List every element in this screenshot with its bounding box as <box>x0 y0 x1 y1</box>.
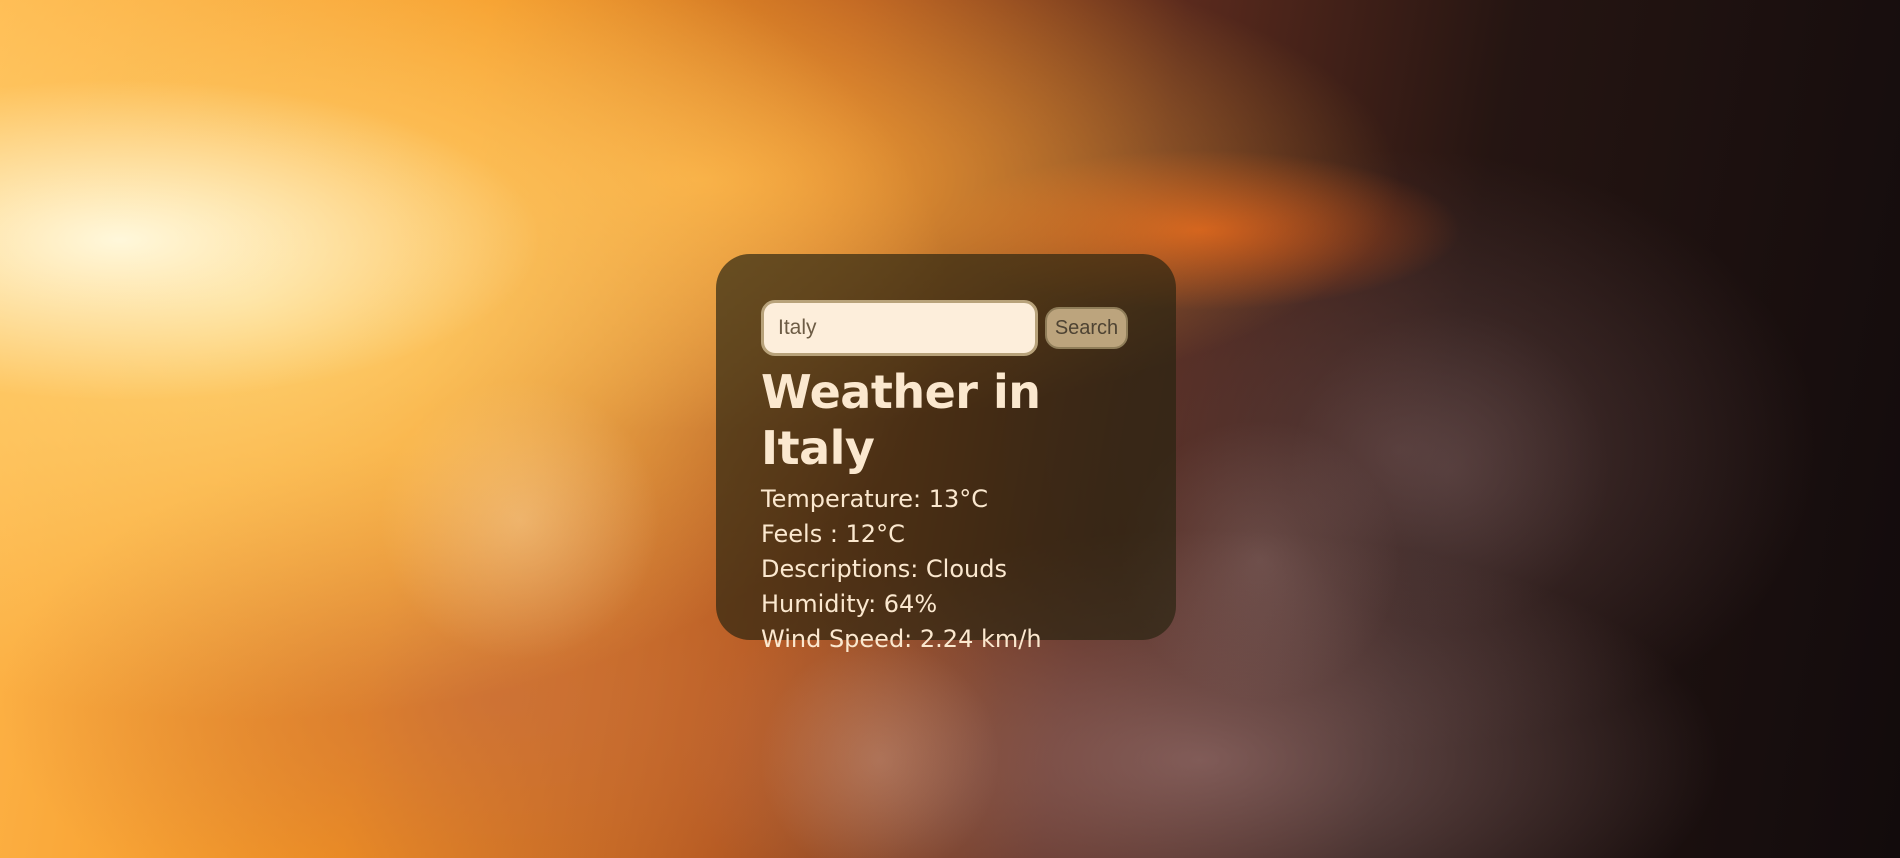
feels-like-text: Feels : 12°C <box>761 520 905 548</box>
search-bar: Search <box>761 300 1132 356</box>
humidity-text: Humidity: 64% <box>761 590 938 618</box>
weather-title: Weather in Italy <box>761 365 1041 475</box>
wind-speed-text: Wind Speed: 2.24 km/h <box>761 625 1042 653</box>
description-text: Descriptions: Clouds <box>761 555 1007 583</box>
city-search-input[interactable] <box>761 300 1038 356</box>
weather-card: Search Weather in Italy Temperature: 13°… <box>716 254 1176 653</box>
temperature-text: Temperature: 13°C <box>761 485 989 513</box>
search-button[interactable]: Search <box>1045 307 1128 349</box>
